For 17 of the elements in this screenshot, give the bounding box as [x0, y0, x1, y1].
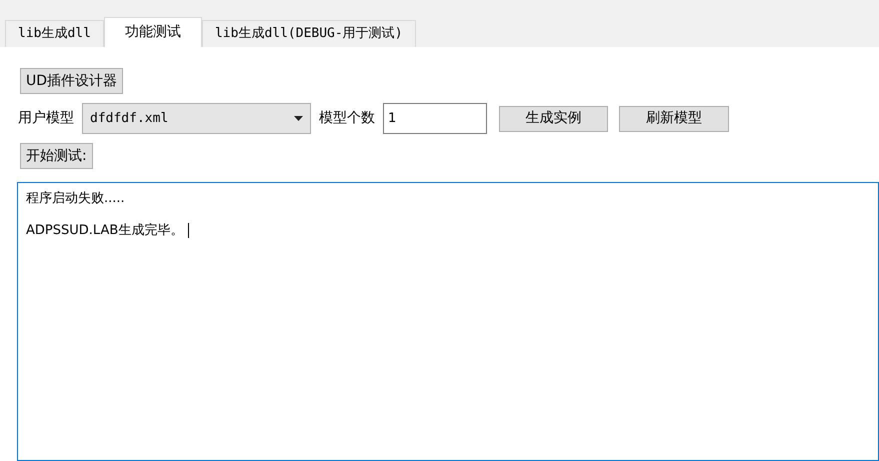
generate-button[interactable]: 生成实例: [499, 106, 608, 132]
refresh-button[interactable]: 刷新模型: [619, 106, 729, 132]
select-value: dfdfdf.xml: [90, 110, 168, 128]
start-test-button[interactable]: 开始测试:: [20, 143, 93, 169]
tab[interactable]: lib生成dll(DEBUG-用于测试): [202, 20, 416, 47]
text-cursor: [188, 222, 190, 238]
output-line: ADPSSUD.LAB生成完毕。: [26, 222, 184, 240]
dropdown-arrow-icon: [294, 116, 303, 121]
tab[interactable]: lib生成dll: [5, 20, 104, 47]
tab[interactable]: 功能测试: [104, 17, 202, 47]
count-field[interactable]: 1: [383, 103, 487, 134]
plugin-designer-button[interactable]: UD插件设计器: [20, 68, 124, 94]
output-area[interactable]: 程序启动失败..... ADPSSUD.LAB生成完毕。: [17, 182, 879, 461]
model-select[interactable]: dfdfdf.xml: [82, 103, 311, 134]
output-line: 程序启动失败.....: [26, 190, 125, 208]
count-label: 模型个数: [319, 109, 375, 128]
model-label: 用户模型: [18, 109, 74, 128]
